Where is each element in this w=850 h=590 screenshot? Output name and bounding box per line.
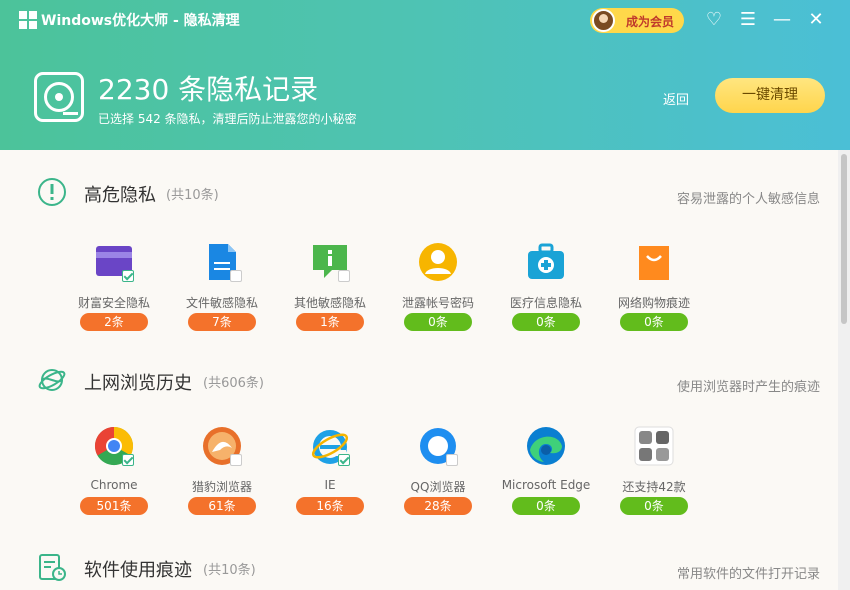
section-desc-software: 常用软件的文件打开记录 [676, 567, 820, 582]
item-count-badge: 0条 [512, 497, 580, 515]
vip-button[interactable]: 成为会员 [590, 8, 684, 33]
privacy-item-other[interactable]: 其他敏感隐私 1条 [284, 242, 376, 338]
item-count-badge: 0条 [620, 313, 688, 331]
section-count-browsing: (共606条) [203, 376, 264, 391]
app-title: Windows优化大师 - 隐私清理 [41, 13, 240, 29]
item-count-badge: 16条 [296, 497, 364, 515]
item-checkbox[interactable] [230, 454, 242, 466]
software-usage-icon [39, 554, 66, 581]
section-title-high-risk: 高危隐私 [84, 185, 156, 206]
item-label: Microsoft Edge [501, 478, 591, 492]
item-label: 医疗信息隐私 [509, 296, 582, 310]
section-desc-browsing: 使用浏览器时产生的痕迹 [676, 380, 820, 395]
heart-icon[interactable]: ♡ [703, 9, 725, 31]
privacy-item-medical[interactable]: 医疗信息隐私 0条 [500, 242, 592, 338]
menu-icon[interactable]: ☰ [737, 9, 759, 31]
header-banner: Windows优化大师 - 隐私清理 成为会员 ♡ ☰ — ✕ 2230 条隐私… [0, 0, 850, 150]
minimize-icon[interactable]: — [771, 9, 793, 31]
item-count-badge: 61条 [188, 497, 256, 515]
item-label: Chrome [90, 478, 138, 492]
exclamation-circle-icon [38, 178, 66, 206]
windows-logo-icon [19, 11, 37, 29]
avatar [592, 9, 615, 32]
item-count-badge: 28条 [404, 497, 472, 515]
one-click-clean-button[interactable]: 一键清理 [715, 78, 825, 113]
item-label: 泄露帐号密码 [401, 296, 474, 310]
item-label: 猎豹浏览器 [191, 480, 252, 494]
user-account-icon [419, 243, 457, 281]
section-count-software: (共10条) [203, 563, 256, 578]
privacy-item-shopping[interactable]: 网络购物痕迹 0条 [608, 242, 700, 338]
section-title-software: 软件使用痕迹 [84, 560, 192, 581]
item-checkbox[interactable] [122, 454, 134, 466]
scrollbar[interactable] [838, 150, 850, 590]
item-checkbox[interactable] [122, 270, 134, 282]
item-checkbox[interactable] [230, 270, 242, 282]
selection-summary: 已选择 542 条隐私，清理后防止泄露您的小秘密 [98, 112, 357, 126]
item-label: 其他敏感隐私 [293, 296, 366, 310]
item-count-badge: 2条 [80, 313, 148, 331]
edge-icon [527, 427, 565, 465]
item-label: 网络购物痕迹 [617, 296, 690, 310]
record-count-headline: 2230 条隐私记录 [98, 73, 319, 106]
item-label: 文件敏感隐私 [185, 296, 258, 310]
section-desc-high-risk: 容易泄露的个人敏感信息 [676, 192, 820, 207]
content-area: 高危隐私 (共10条) 容易泄露的个人敏感信息 财富安全隐私 2条 文件敏感隐私… [0, 150, 838, 590]
item-label: QQ浏览器 [410, 480, 466, 494]
item-label: 财富安全隐私 [77, 296, 150, 310]
item-count-badge: 501条 [80, 497, 148, 515]
privacy-item-accounts[interactable]: 泄露帐号密码 0条 [392, 242, 484, 338]
privacy-item-wealth[interactable]: 财富安全隐私 2条 [68, 242, 160, 338]
browser-item-chrome[interactable]: Chrome 501条 [68, 426, 160, 522]
item-count-badge: 1条 [296, 313, 364, 331]
globe-icon [38, 369, 66, 391]
browser-item-cheetah[interactable]: 猎豹浏览器 61条 [176, 426, 268, 522]
item-count-badge: 0条 [404, 313, 472, 331]
vip-label: 成为会员 [626, 15, 675, 29]
browser-item-ie[interactable]: IE 16条 [284, 426, 376, 522]
privacy-record-icon [34, 72, 84, 122]
item-checkbox[interactable] [338, 270, 350, 282]
item-count-badge: 0条 [512, 313, 580, 331]
item-count-badge: 0条 [620, 497, 688, 515]
item-checkbox[interactable] [446, 454, 458, 466]
section-count-high-risk: (共10条) [166, 188, 219, 203]
scrollbar-thumb[interactable] [841, 154, 847, 324]
medical-kit-icon [528, 243, 564, 279]
item-count-badge: 7条 [188, 313, 256, 331]
privacy-item-files[interactable]: 文件敏感隐私 7条 [176, 242, 268, 338]
item-label: IE [324, 478, 336, 492]
browser-item-edge[interactable]: Microsoft Edge 0条 [500, 426, 592, 522]
back-link[interactable]: 返回 [663, 89, 689, 108]
section-title-browsing: 上网浏览历史 [84, 373, 192, 394]
more-browsers-icon [634, 426, 674, 466]
title-bar: Windows优化大师 - 隐私清理 成为会员 ♡ ☰ — ✕ [0, 0, 850, 40]
browser-item-more[interactable]: 还支持42款 0条 [608, 426, 700, 522]
item-label: 还支持42款 [622, 480, 686, 494]
close-icon[interactable]: ✕ [805, 9, 827, 31]
browser-item-qq[interactable]: QQ浏览器 28条 [392, 426, 484, 522]
item-checkbox[interactable] [338, 454, 350, 466]
shopping-bag-icon [639, 246, 669, 280]
